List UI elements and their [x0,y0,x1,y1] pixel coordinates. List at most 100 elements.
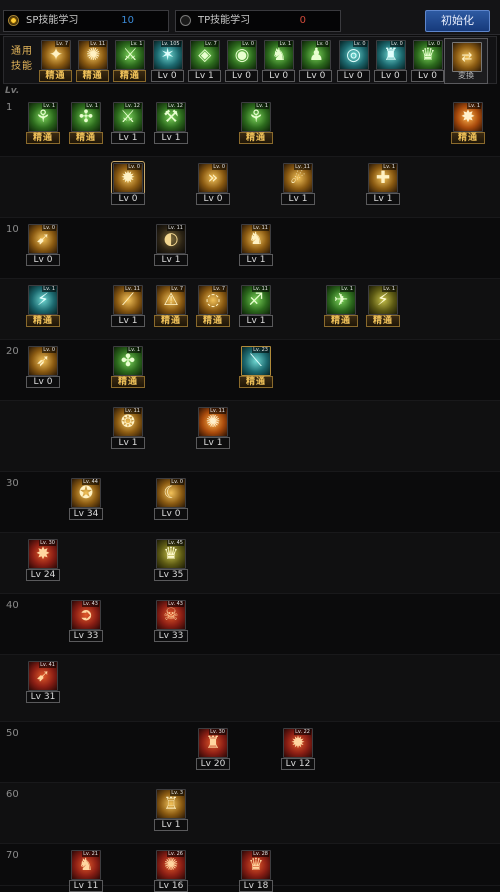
skill-level-badge: Lv 0 [111,193,145,205]
skill-level-required: Lv. 45 [167,540,184,546]
skill-level-badge: Lv 0 [26,376,60,388]
skill-level-badge: Lv 1 [239,315,273,327]
skill-icon[interactable]: ☾ Lv. 0 [156,478,186,508]
skill-icon[interactable]: ⚘ Lv. 1 [241,102,271,132]
skill-icon[interactable]: ✺ Lv. 11 [198,407,228,437]
skill-icon[interactable]: ☠ Lv. 43 [156,600,186,630]
skill-tier-row: 50 [0,722,500,783]
swap-icon: ⇄ [452,42,482,72]
skill-icon[interactable]: ✣ Lv. 1 [71,102,101,132]
skill-level-required: Lv. 1 [382,286,396,292]
skill-icon[interactable]: ➹ Lv. 0 [28,224,58,254]
mastery-badge: 精通 [366,315,400,327]
skill-icon[interactable]: ♜ Lv. 30 [198,728,228,758]
skill-icon[interactable]: ➶ Lv. 0 [28,346,58,376]
skill-icon[interactable]: ♞ Lv. 11 [241,224,271,254]
skill-icon[interactable]: ⚔ Lv. 1 [115,40,146,70]
tier-level-label: 40 [6,600,19,611]
tp-points-count: 0 [299,15,306,26]
skill-level-badge: Lv 1 [187,70,221,82]
skill-icon[interactable]: ♞ Lv. 21 [71,850,101,880]
skill-level-badge: Lv 20 [196,758,230,770]
skill-icon[interactable]: ⚒ Lv. 12 [156,102,186,132]
tier-level-label: 1 [6,102,13,113]
skill-icon[interactable]: ➹ Lv. 41 [28,661,58,691]
skill-icon[interactable]: ⚡ Lv. 1 [28,285,58,315]
skill-tier-row [0,157,500,218]
skill-icon[interactable]: ⟋ Lv. 11 [113,285,143,315]
skill-icon[interactable]: ✹ Lv. 22 [283,728,313,758]
skill-level-required: Lv. 0 [315,41,330,47]
skill-icon[interactable]: ◈ Lv. 7 [189,40,220,70]
skill-level-required: Lv. 1 [382,164,396,170]
skill-level-required: Lv. 1 [255,103,269,109]
skill-icon[interactable]: ✪ Lv. 44 [71,478,101,508]
skill-level-badge: Lv 11 [69,880,103,892]
skill-level-required: Lv. 11 [252,225,269,231]
skill-icon[interactable]: ♛ Lv. 45 [156,539,186,569]
skill-icon[interactable]: ✹ Lv. 0 [111,161,145,195]
skill-level-required: Lv. 0 [42,225,56,231]
mastery-badge: 精通 [76,70,110,82]
skill-level-required: Lv. 26 [167,851,184,857]
skill-icon[interactable]: ✺ Lv. 26 [156,850,186,880]
skill-icon[interactable]: ♞ Lv. 1 [264,40,295,70]
skill-level-badge: Lv 0 [373,70,407,82]
top-bar: SP技能学习 10 TP技能学习 0 初始化 [0,0,500,35]
skill-icon[interactable]: ⚡ Lv. 1 [368,285,398,315]
tab-tp-skills[interactable]: TP技能学习 0 [175,10,341,32]
skill-icon[interactable]: ♖ Lv. 3 [156,789,186,819]
skill-icon[interactable]: ✤ Lv. 1 [113,346,143,376]
mastery-badge: 精通 [239,132,273,144]
skill-level-required: Lv. 1 [42,286,56,292]
skill-level-badge: Lv 31 [26,691,60,703]
skill-icon[interactable]: ➲ Lv. 43 [71,600,101,630]
skill-level-badge: Lv 18 [239,880,273,892]
skill-icon[interactable]: ♛ Lv. 28 [241,850,271,880]
skill-tier-row [0,533,500,594]
skill-icon[interactable]: ◎ Lv. 0 [338,40,369,70]
tab-sp-skills[interactable]: SP技能学习 10 [3,10,169,32]
skill-icon[interactable]: ♟ Lv. 0 [301,40,332,70]
skill-icon[interactable]: ⚘ Lv. 1 [28,102,58,132]
initialize-button[interactable]: 初始化 [425,10,490,32]
skill-level-badge: Lv 0 [225,70,258,82]
skill-level-badge: Lv 1 [196,437,230,449]
skill-icon[interactable]: ☄ Lv. 11 [283,163,313,193]
skill-icon[interactable]: ♜ Lv. 0 [375,40,406,70]
skill-level-required: Lv. 1 [467,103,481,109]
skill-icon[interactable]: » Lv. 0 [198,163,228,193]
skill-icon[interactable]: ✚ Lv. 1 [368,163,398,193]
skill-level-badge: Lv 0 [196,193,230,205]
mastery-badge: 精通 [39,70,72,82]
mastery-badge: 精通 [324,315,358,327]
skill-level-required: Lv. 21 [82,851,99,857]
mastery-badge: 精通 [451,132,485,144]
swap-button[interactable]: ⇄ 変換 [444,38,488,84]
skill-icon[interactable]: ♐ Lv. 11 [241,285,271,315]
skill-level-required: Lv. 41 [39,662,56,668]
skill-icon[interactable]: ◉ Lv. 0 [227,40,257,70]
skill-icon[interactable]: ✦ Lv. 7 [41,40,71,70]
skill-icon[interactable]: ⚠ Lv. 7 [156,285,186,315]
skill-tier-row: 60 [0,783,500,844]
skill-icon[interactable]: ✸ Lv. 30 [28,539,58,569]
skill-level-badge: Lv 33 [69,630,103,642]
radio-selected-icon [8,15,19,26]
skill-icon[interactable]: ♛ Lv. 0 [413,40,443,70]
skill-level-required: Lv. 0 [427,41,441,47]
skill-icon[interactable]: ✸ Lv. 1 [453,102,483,132]
skill-icon[interactable]: ⚔ Lv. 12 [113,102,143,132]
skill-icon[interactable]: ◌ Lv. 7 [198,285,228,315]
skill-icon[interactable]: ❂ Lv. 11 [113,407,143,437]
skill-level-required: Lv. 11 [167,225,184,231]
skill-icon[interactable]: ✈ Lv. 1 [326,285,356,315]
skill-icon[interactable]: ◐ Lv. 11 [156,224,186,254]
tier-level-label: 30 [6,478,19,489]
skill-icon[interactable]: ✶ Lv. 105 [152,40,183,70]
skill-level-required: Lv. 7 [204,41,218,47]
skill-icon[interactable]: ⟍ Lv. 23 [241,346,271,376]
skill-level-badge: Lv 34 [69,508,103,520]
skill-level-required: Lv. 43 [167,601,184,607]
skill-icon[interactable]: ✺ Lv. 11 [78,40,109,70]
